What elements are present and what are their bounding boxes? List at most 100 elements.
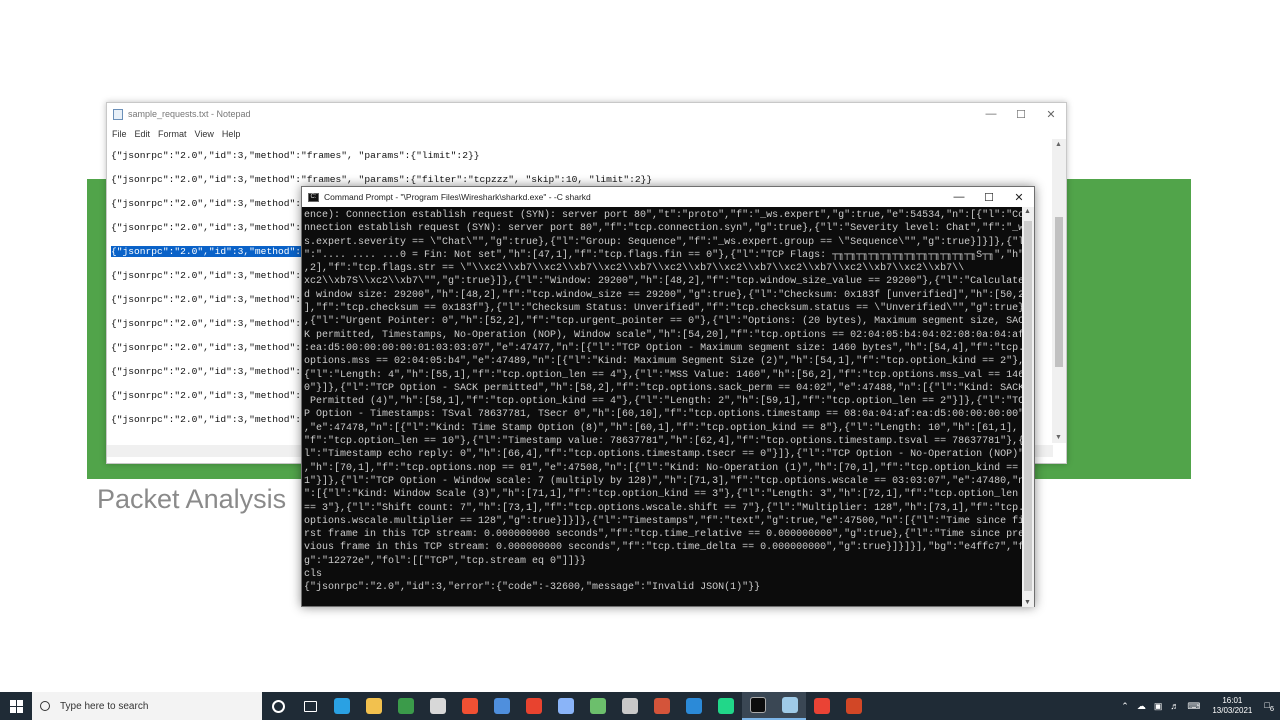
cmd-line: 0"}]},{"l":"TCP Option - SACK permitted"…: [304, 382, 1024, 394]
cmd-line: s.expert.severity == \"Chat\"","g":true}…: [304, 236, 1024, 248]
taskbar-git-gui-button[interactable]: [646, 692, 678, 720]
close-icon[interactable]: ✕: [1036, 103, 1066, 125]
notepad-title: sample_requests.txt - Notepad: [128, 109, 251, 119]
scroll-up-icon[interactable]: ▲: [1024, 208, 1031, 215]
taskbar-cmd-button[interactable]: [742, 692, 774, 720]
cmd-output[interactable]: ence): Connection establish request (SYN…: [304, 209, 1024, 606]
text-line: {"jsonrpc":"2.0","id":3,"method":"frames…: [111, 174, 653, 185]
search-icon: [40, 701, 50, 711]
menu-view[interactable]: View: [195, 129, 214, 139]
taskbar-powerpoint-button[interactable]: [838, 692, 870, 720]
cmd-line: l":"Timestamp echo reply: 0","h":[66,4],…: [304, 449, 1024, 461]
scroll-up-icon[interactable]: ▲: [1055, 141, 1062, 148]
taskmgr-icon: [590, 698, 606, 714]
taskbar-chrome-button[interactable]: [806, 692, 838, 720]
text-line: {"jsonrpc":"2.0","id":3,"method":"fo: [111, 222, 319, 233]
keyboard-icon[interactable]: ⌨: [1187, 701, 1200, 712]
close-icon[interactable]: ✕: [1004, 187, 1034, 207]
minimize-icon[interactable]: —: [976, 103, 1006, 125]
windows-logo-icon: [9, 699, 23, 713]
cmd-line: cls: [304, 569, 323, 581]
notification-count: 6: [1269, 703, 1274, 713]
taskbar-pycharm-button[interactable]: [710, 692, 742, 720]
notepad-icon: [782, 697, 798, 713]
store-icon: [494, 698, 510, 714]
clock-date: 13/03/2021: [1212, 706, 1253, 715]
chrome-green-icon: [398, 698, 414, 714]
volume-icon[interactable]: ♬: [1170, 701, 1179, 711]
scroll-down-icon[interactable]: ▼: [1024, 599, 1031, 606]
text-line: {"jsonrpc":"2.0","id":3,"method":"in: [111, 366, 319, 377]
search-placeholder: Type here to search: [60, 700, 149, 712]
taskbar-search-input[interactable]: Type here to search: [32, 692, 262, 720]
cmd-line: :ea:d5:00:00:00:00:01:03:03:07","e":4747…: [304, 342, 1024, 354]
obs-icon: [430, 698, 446, 714]
taskbar-store-button[interactable]: [486, 692, 518, 720]
file-explorer-icon: [366, 698, 382, 714]
text-line: {"jsonrpc":"2.0","id":3,"method":"do: [111, 294, 319, 305]
taskbar-putty-button[interactable]: [614, 692, 646, 720]
cmd-line: ,"h":[70,1],"f":"tcp.options.nop == 01",…: [304, 462, 1019, 474]
menu-format[interactable]: Format: [158, 129, 187, 139]
cmd-line: ,{"l":"Urgent Pointer: 0","h":[52,2],"f"…: [304, 316, 1024, 328]
pycharm-icon: [718, 698, 734, 714]
cortana-icon: [271, 699, 285, 713]
network-icon[interactable]: ▣: [1154, 701, 1163, 712]
cmd-line: ":[{"l":"Kind: Window Scale (3)","h":[71…: [304, 489, 1019, 501]
maximize-icon[interactable]: ☐: [1006, 103, 1036, 125]
notepad-vertical-scrollbar[interactable]: ▲ ▼: [1052, 139, 1066, 443]
cmd-line: ],"f":"tcp.checksum == 0x183f"},{"l":"Ch…: [304, 303, 1024, 315]
menu-help[interactable]: Help: [222, 129, 241, 139]
taskbar-cortana-button[interactable]: [262, 692, 294, 720]
edge-icon: [334, 698, 350, 714]
taskbar: Type here to search ⌃ ☁ ▣ ♬ ⌨ 16:01 13/0…: [0, 692, 1280, 720]
command-prompt-window[interactable]: C: Command Prompt - "\Program Files\Wire…: [301, 186, 1035, 607]
taskbar-file-explorer-button[interactable]: [358, 692, 390, 720]
maximize-icon[interactable]: ☐: [974, 187, 1004, 207]
taskbar-git-button[interactable]: [454, 692, 486, 720]
chrome-icon: [814, 698, 830, 714]
task-view-icon: [303, 700, 317, 712]
scroll-down-icon[interactable]: ▼: [1055, 434, 1062, 441]
git-gui-icon: [654, 698, 670, 714]
cmd-line: 1"}]},{"l":"TCP Option - Window scale: 7…: [304, 475, 1024, 487]
scroll-thumb[interactable]: [1055, 217, 1063, 367]
taskbar-task-view-button[interactable]: [294, 692, 326, 720]
cmd-line: g":"12272e","fol":[["TCP","tcp.stream eq…: [304, 555, 587, 567]
cmd-line: ,"e":47478,"n":[{"l":"Kind: Time Stamp O…: [304, 422, 1019, 434]
cmd-titlebar[interactable]: C: Command Prompt - "\Program Files\Wire…: [302, 187, 1034, 207]
cloud-icon[interactable]: ☁: [1137, 701, 1146, 712]
taskbar-vscode-button[interactable]: [678, 692, 710, 720]
selected-text-line: {"jsonrpc":"2.0","id":3,"method":"fr: [111, 246, 319, 257]
cmd-vertical-scrollbar[interactable]: ▲ ▼: [1022, 207, 1034, 607]
notification-icon[interactable]: □6: [1264, 700, 1274, 713]
cmd-line: "f":"tcp.option_len == 10"},{"l":"Timest…: [304, 436, 1024, 448]
menu-file[interactable]: File: [112, 129, 127, 139]
taskbar-notepad-button[interactable]: [774, 692, 806, 720]
git-icon: [462, 698, 478, 714]
vscode-icon: [686, 698, 702, 714]
start-button[interactable]: [0, 692, 32, 720]
cmd-line: {"jsonrpc":"2.0","id":3,"error":{"code":…: [304, 582, 761, 594]
powerpoint-icon: [846, 698, 862, 714]
notepad-titlebar[interactable]: sample_requests.txt - Notepad — ☐ ✕: [107, 103, 1066, 125]
cmd-line: ":".... .... ...0 = Fin: Not set","h":[4…: [304, 249, 1024, 261]
taskbar-red-app-button[interactable]: [518, 692, 550, 720]
cmd-line: [304, 595, 1024, 606]
taskbar-chrome-green-button[interactable]: [390, 692, 422, 720]
cmd-line: K permitted, Timestamps, No-Operation (N…: [304, 329, 1024, 341]
text-line: {"jsonrpc":"2.0","id":3,"method":"ta: [111, 198, 319, 209]
cmd-line: options.mss == 02:04:05:b4","e":47489,"n…: [304, 356, 1024, 368]
taskbar-obs-button[interactable]: [422, 692, 454, 720]
menu-edit[interactable]: Edit: [135, 129, 151, 139]
taskbar-edge-button[interactable]: [326, 692, 358, 720]
minimize-icon[interactable]: —: [944, 187, 974, 207]
system-tray: ⌃ ☁ ▣ ♬ ⌨ 16:01 13/03/2021 □6: [1117, 692, 1280, 720]
clock[interactable]: 16:01 13/03/2021: [1212, 696, 1252, 716]
clock-time: 16:01: [1222, 696, 1243, 705]
scroll-thumb[interactable]: [1024, 221, 1032, 591]
cmd-line: d window size: 29200","h":[48,2],"f":"tc…: [304, 289, 1024, 301]
taskbar-taskmgr-button[interactable]: [582, 692, 614, 720]
taskbar-photos-button[interactable]: [550, 692, 582, 720]
chevron-up-icon[interactable]: ⌃: [1121, 701, 1129, 712]
